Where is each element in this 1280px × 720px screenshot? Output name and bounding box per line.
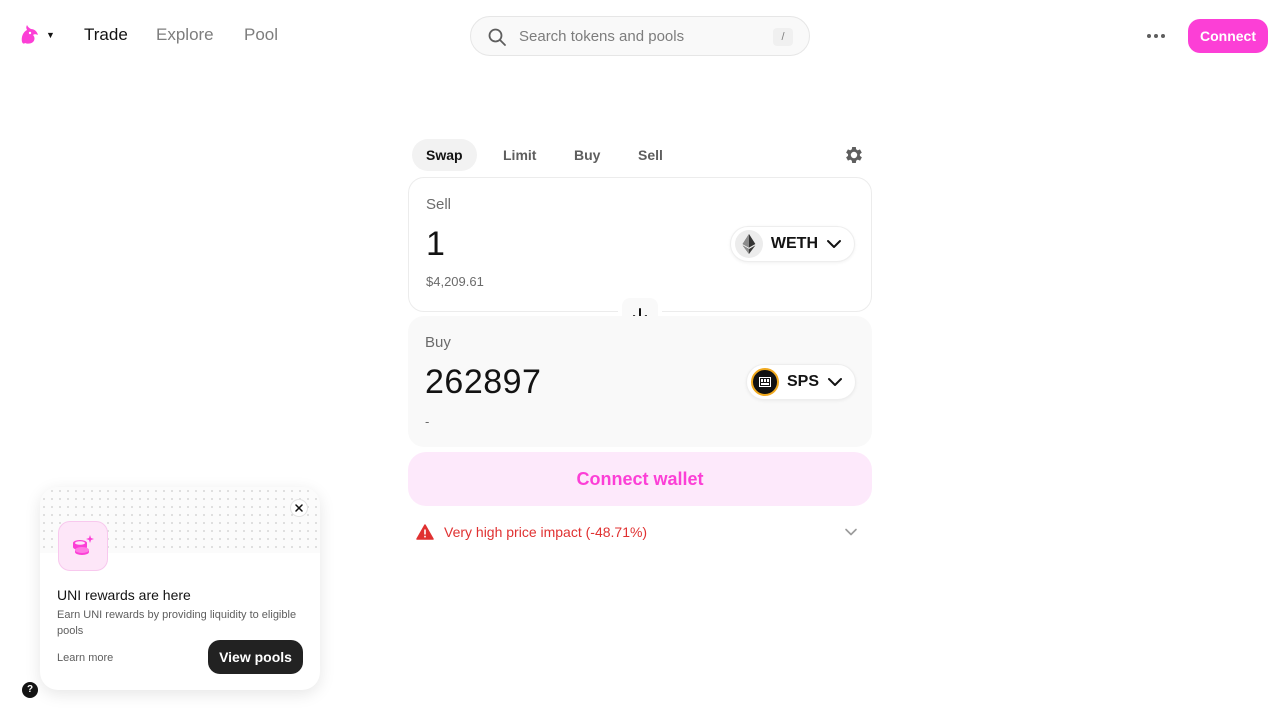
- top-navigation: ▼ Trade Explore Pool / Connect: [0, 0, 1280, 72]
- search-bar[interactable]: /: [470, 16, 810, 56]
- eth-icon: [734, 230, 763, 258]
- gear-icon[interactable]: [843, 144, 865, 166]
- learn-more-link[interactable]: Learn more: [57, 652, 113, 664]
- coins-sparkle-icon: [58, 521, 108, 571]
- card-title: UNI rewards are here: [57, 587, 191, 603]
- price-impact-warning[interactable]: Very high price impact (-48.71%): [416, 521, 864, 543]
- uniswap-logo[interactable]: ▼: [18, 24, 55, 46]
- buy-usd-value: -: [425, 414, 430, 429]
- sell-usd-value: $4,209.61: [426, 274, 484, 289]
- more-options-icon[interactable]: [1142, 22, 1170, 50]
- tab-limit[interactable]: Limit: [489, 139, 550, 171]
- chevron-down-icon[interactable]: [844, 525, 858, 539]
- sell-amount-input[interactable]: 1: [426, 225, 445, 264]
- buy-token-selector[interactable]: SPS: [745, 364, 856, 400]
- nav-explore[interactable]: Explore: [156, 25, 214, 45]
- nav-pool[interactable]: Pool: [244, 25, 278, 45]
- sell-token-selector[interactable]: WETH: [729, 226, 855, 262]
- price-impact-text: Very high price impact (-48.71%): [444, 524, 648, 540]
- sps-token-icon: [750, 368, 779, 396]
- search-icon: [488, 28, 506, 46]
- buy-amount-input[interactable]: 262897: [425, 363, 541, 402]
- search-shortcut-hint: /: [773, 28, 793, 46]
- chevron-down-icon: ▼: [46, 30, 55, 40]
- card-description: Earn UNI rewards by providing liquidity …: [57, 609, 297, 637]
- close-icon[interactable]: [290, 499, 308, 517]
- search-input[interactable]: [519, 25, 759, 47]
- chevron-down-icon: [827, 240, 841, 248]
- buy-token-symbol: SPS: [786, 373, 819, 390]
- uni-rewards-card: UNI rewards are here Earn UNI rewards by…: [40, 487, 320, 690]
- nav-trade[interactable]: Trade: [84, 25, 128, 45]
- buy-panel: Buy 262897 - SPS: [408, 316, 872, 447]
- tab-buy[interactable]: Buy: [560, 139, 614, 171]
- chevron-down-icon: [828, 378, 842, 386]
- tab-sell[interactable]: Sell: [624, 139, 677, 171]
- unicorn-icon: [21, 25, 38, 44]
- help-icon[interactable]: ?: [22, 682, 38, 698]
- sell-panel: Sell 1 $4,209.61 WETH: [408, 177, 872, 312]
- sell-token-symbol: WETH: [770, 235, 818, 252]
- tab-swap[interactable]: Swap: [412, 139, 477, 171]
- sell-label: Sell: [426, 196, 452, 213]
- connect-wallet-button[interactable]: Connect wallet: [408, 452, 872, 506]
- connect-button[interactable]: Connect: [1188, 19, 1268, 53]
- view-pools-button[interactable]: View pools: [208, 640, 303, 674]
- buy-label: Buy: [425, 334, 451, 351]
- warning-triangle-icon: [416, 524, 434, 540]
